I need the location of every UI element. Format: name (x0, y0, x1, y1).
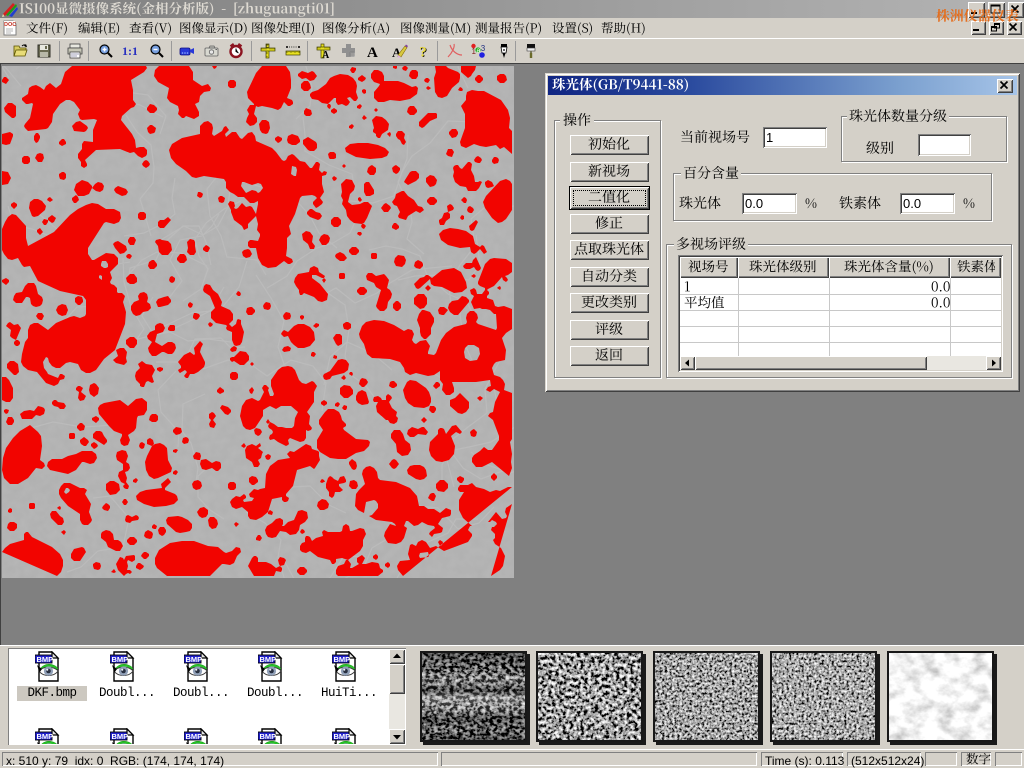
svg-text:E: E (266, 44, 269, 49)
svg-text:A: A (367, 45, 378, 59)
svg-text:BMP: BMP (112, 732, 129, 741)
svg-text:BMP: BMP (112, 655, 129, 664)
svg-text:BMP: BMP (334, 732, 351, 741)
svg-text:3: 3 (481, 44, 486, 53)
svg-text:BMP: BMP (186, 655, 203, 664)
svg-text:BMP: BMP (260, 732, 277, 741)
svg-text:BMP: BMP (334, 655, 351, 664)
svg-text:BMP: BMP (37, 732, 54, 741)
svg-text:DOC: DOC (4, 22, 16, 28)
svg-text:A: A (322, 50, 330, 59)
svg-text:BMP: BMP (37, 655, 54, 664)
svg-text:BMP: BMP (186, 732, 203, 741)
svg-text:1:1: 1:1 (122, 44, 137, 58)
svg-text:BMP: BMP (260, 655, 277, 664)
svg-text:?: ? (419, 44, 427, 59)
